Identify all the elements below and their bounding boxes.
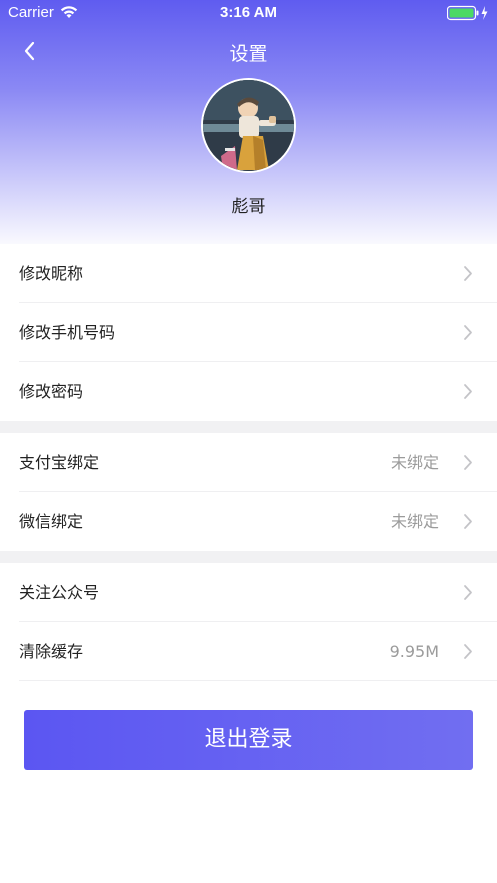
avatar[interactable]: [201, 78, 296, 173]
chevron-right-icon: [464, 585, 472, 600]
row-clear-cache[interactable]: 清除缓存 9.95M: [0, 622, 497, 681]
row-alipay-binding[interactable]: 支付宝绑定 未绑定: [0, 433, 497, 492]
row-label: 微信绑定: [19, 512, 84, 531]
logout-button[interactable]: 退出登录: [24, 710, 473, 770]
row-label: 支付宝绑定: [19, 453, 100, 472]
chevron-right-icon: [464, 644, 472, 659]
row-label: 关注公众号: [19, 583, 100, 602]
row-label: 修改手机号码: [19, 323, 116, 342]
chevron-right-icon: [464, 384, 472, 399]
chevron-right-icon: [464, 455, 472, 470]
cache-size: 9.95M: [389, 642, 439, 661]
header-gradient: Carrier 3:16 AM 设置 彪哥: [0, 0, 497, 252]
page-title: 设置: [229, 43, 268, 65]
section-separator: [0, 551, 497, 563]
chevron-right-icon: [464, 266, 472, 281]
section-separator: [0, 421, 497, 433]
row-edit-nickname[interactable]: 修改昵称: [0, 244, 497, 303]
misc-settings-group: 关注公众号 清除缓存 9.95M: [0, 563, 497, 681]
binding-status: 未绑定: [390, 512, 439, 531]
row-edit-password[interactable]: 修改密码: [0, 362, 497, 421]
battery-icon: [447, 5, 488, 21]
row-label: 修改昵称: [19, 264, 84, 283]
row-follow-official-account[interactable]: 关注公众号: [0, 563, 497, 622]
chevron-right-icon: [464, 514, 472, 529]
avatar-illustration: [203, 80, 294, 171]
username: 彪哥: [231, 197, 266, 217]
account-settings-group: 修改昵称 修改手机号码 修改密码: [0, 244, 497, 421]
binding-status: 未绑定: [390, 453, 439, 472]
row-label: 清除缓存: [19, 642, 84, 661]
status-time: 3:16 AM: [220, 4, 277, 21]
row-label: 修改密码: [19, 382, 84, 401]
row-wechat-binding[interactable]: 微信绑定 未绑定: [0, 492, 497, 551]
row-edit-phone[interactable]: 修改手机号码: [0, 303, 497, 362]
chevron-right-icon: [464, 325, 472, 340]
binding-settings-group: 支付宝绑定 未绑定 微信绑定 未绑定: [0, 433, 497, 551]
row-divider: [19, 680, 497, 681]
status-bar: Carrier 3:16 AM: [0, 0, 497, 26]
